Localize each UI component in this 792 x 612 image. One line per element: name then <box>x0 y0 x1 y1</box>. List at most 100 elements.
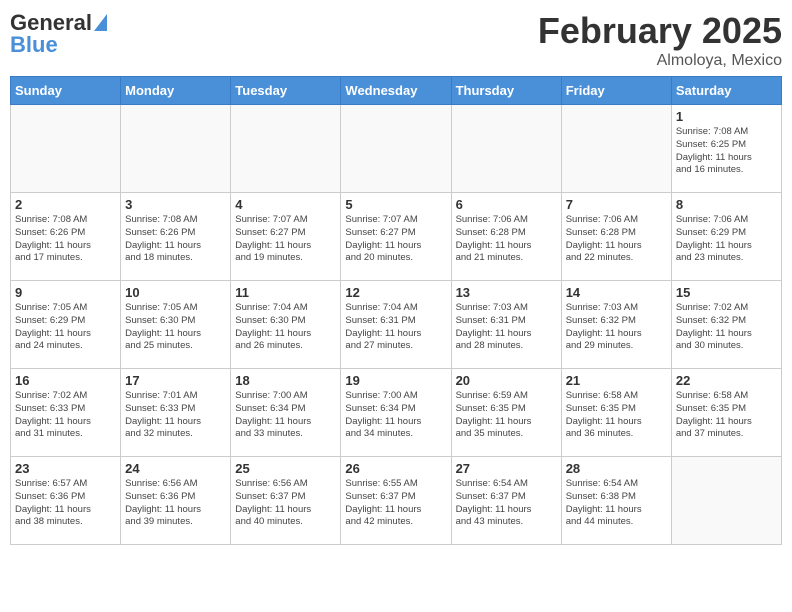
calendar-day-cell: 3Sunrise: 7:08 AM Sunset: 6:26 PM Daylig… <box>121 193 231 281</box>
day-info: Sunrise: 6:59 AM Sunset: 6:35 PM Dayligh… <box>456 390 557 441</box>
calendar-day-cell: 21 Sunrise: 6:58 AM Sunset: 6:35 PM Dayli… <box>561 369 671 457</box>
day-info: Sunrise: 7:02 AM Sunset: 6:33 PM Dayligh… <box>15 390 116 441</box>
calendar-day-cell: 13Sunrise: 7:03 AM Sunset: 6:31 PM Dayli… <box>451 281 561 369</box>
day-number: 28 <box>566 461 667 476</box>
day-number: 7 <box>566 197 667 212</box>
day-of-week-header: Thursday <box>451 77 561 105</box>
calendar-week-row: 23 Sunrise: 6:57 AM Sunset: 6:36 PM Dayli… <box>11 457 782 545</box>
calendar-day-cell: 20 Sunrise: 6:59 AM Sunset: 6:35 PM Dayli… <box>451 369 561 457</box>
location: Almoloya, Mexico <box>538 52 782 70</box>
day-info: Sunrise: 6:54 AM Sunset: 6:37 PM Dayligh… <box>456 478 557 529</box>
day-number: 14 <box>566 285 667 300</box>
day-info: Sunrise: 7:05 AM Sunset: 6:30 PM Dayligh… <box>125 302 226 353</box>
day-number: 20 <box>456 373 557 388</box>
day-of-week-header: Saturday <box>671 77 781 105</box>
calendar-day-cell: 25 Sunrise: 6:56 AM Sunset: 6:37 PM Dayli… <box>231 457 341 545</box>
day-info: Sunrise: 6:58 AM Sunset: 6:35 PM Dayligh… <box>566 390 667 441</box>
calendar-day-cell <box>451 105 561 193</box>
calendar-day-cell: 26 Sunrise: 6:55 AM Sunset: 6:37 PM Dayli… <box>341 457 451 545</box>
day-number: 10 <box>125 285 226 300</box>
day-info: Sunrise: 7:05 AM Sunset: 6:29 PM Dayligh… <box>15 302 116 353</box>
calendar-header-row: SundayMondayTuesdayWednesdayThursdayFrid… <box>11 77 782 105</box>
day-info: Sunrise: 7:03 AM Sunset: 6:31 PM Dayligh… <box>456 302 557 353</box>
calendar-day-cell: 2 Sunrise: 7:08 AM Sunset: 6:26 PM Daylig… <box>11 193 121 281</box>
day-of-week-header: Tuesday <box>231 77 341 105</box>
day-info: Sunrise: 7:04 AM Sunset: 6:31 PM Dayligh… <box>345 302 446 353</box>
calendar-week-row: 9 Sunrise: 7:05 AM Sunset: 6:29 PM Daylig… <box>11 281 782 369</box>
day-info: Sunrise: 7:03 AM Sunset: 6:32 PM Dayligh… <box>566 302 667 353</box>
day-info: Sunrise: 7:08 AM Sunset: 6:26 PM Dayligh… <box>125 214 226 265</box>
day-info: Sunrise: 7:00 AM Sunset: 6:34 PM Dayligh… <box>345 390 446 441</box>
day-info: Sunrise: 7:06 AM Sunset: 6:28 PM Dayligh… <box>566 214 667 265</box>
day-number: 9 <box>15 285 116 300</box>
day-info: Sunrise: 6:54 AM Sunset: 6:38 PM Dayligh… <box>566 478 667 529</box>
day-number: 18 <box>235 373 336 388</box>
calendar-day-cell: 16 Sunrise: 7:02 AM Sunset: 6:33 PM Dayli… <box>11 369 121 457</box>
day-number: 2 <box>15 197 116 212</box>
day-number: 5 <box>345 197 446 212</box>
calendar-table: SundayMondayTuesdayWednesdayThursdayFrid… <box>10 76 782 545</box>
day-number: 12 <box>345 285 446 300</box>
day-number: 16 <box>15 373 116 388</box>
day-number: 26 <box>345 461 446 476</box>
day-info: Sunrise: 6:56 AM Sunset: 6:36 PM Dayligh… <box>125 478 226 529</box>
calendar-day-cell: 24 Sunrise: 6:56 AM Sunset: 6:36 PM Dayli… <box>121 457 231 545</box>
day-of-week-header: Wednesday <box>341 77 451 105</box>
calendar-day-cell <box>341 105 451 193</box>
day-info: Sunrise: 6:55 AM Sunset: 6:37 PM Dayligh… <box>345 478 446 529</box>
calendar-day-cell: 12 Sunrise: 7:04 AM Sunset: 6:31 PM Dayli… <box>341 281 451 369</box>
day-info: Sunrise: 7:00 AM Sunset: 6:34 PM Dayligh… <box>235 390 336 441</box>
calendar-day-cell: 6Sunrise: 7:06 AM Sunset: 6:28 PM Daylig… <box>451 193 561 281</box>
day-of-week-header: Friday <box>561 77 671 105</box>
calendar-day-cell: 22 Sunrise: 6:58 AM Sunset: 6:35 PM Dayli… <box>671 369 781 457</box>
day-number: 25 <box>235 461 336 476</box>
day-info: Sunrise: 7:07 AM Sunset: 6:27 PM Dayligh… <box>345 214 446 265</box>
day-of-week-header: Monday <box>121 77 231 105</box>
calendar-day-cell: 1 Sunrise: 7:08 AM Sunset: 6:25 PM Daylig… <box>671 105 781 193</box>
calendar-day-cell <box>121 105 231 193</box>
day-number: 4 <box>235 197 336 212</box>
day-info: Sunrise: 7:08 AM Sunset: 6:26 PM Dayligh… <box>15 214 116 265</box>
day-info: Sunrise: 6:56 AM Sunset: 6:37 PM Dayligh… <box>235 478 336 529</box>
day-number: 1 <box>676 109 777 124</box>
day-number: 17 <box>125 373 226 388</box>
day-number: 24 <box>125 461 226 476</box>
calendar-day-cell <box>671 457 781 545</box>
day-number: 23 <box>15 461 116 476</box>
calendar-day-cell: 9 Sunrise: 7:05 AM Sunset: 6:29 PM Daylig… <box>11 281 121 369</box>
calendar-day-cell: 11Sunrise: 7:04 AM Sunset: 6:30 PM Dayli… <box>231 281 341 369</box>
title-block: February 2025 Almoloya, Mexico <box>538 10 782 70</box>
logo-blue-text: Blue <box>10 32 58 58</box>
day-info: Sunrise: 7:06 AM Sunset: 6:29 PM Dayligh… <box>676 214 777 265</box>
calendar-week-row: 16 Sunrise: 7:02 AM Sunset: 6:33 PM Dayli… <box>11 369 782 457</box>
day-number: 21 <box>566 373 667 388</box>
calendar-day-cell: 17Sunrise: 7:01 AM Sunset: 6:33 PM Dayli… <box>121 369 231 457</box>
logo-triangle-icon <box>94 14 107 31</box>
logo: General Blue <box>10 10 107 58</box>
day-number: 6 <box>456 197 557 212</box>
day-number: 22 <box>676 373 777 388</box>
day-info: Sunrise: 7:02 AM Sunset: 6:32 PM Dayligh… <box>676 302 777 353</box>
day-info: Sunrise: 6:57 AM Sunset: 6:36 PM Dayligh… <box>15 478 116 529</box>
calendar-day-cell: 23 Sunrise: 6:57 AM Sunset: 6:36 PM Dayli… <box>11 457 121 545</box>
day-number: 27 <box>456 461 557 476</box>
calendar-day-cell: 14 Sunrise: 7:03 AM Sunset: 6:32 PM Dayli… <box>561 281 671 369</box>
day-number: 19 <box>345 373 446 388</box>
page-header: General Blue February 2025 Almoloya, Mex… <box>10 10 782 70</box>
day-number: 15 <box>676 285 777 300</box>
day-info: Sunrise: 7:07 AM Sunset: 6:27 PM Dayligh… <box>235 214 336 265</box>
calendar-day-cell: 28 Sunrise: 6:54 AM Sunset: 6:38 PM Dayli… <box>561 457 671 545</box>
calendar-day-cell <box>11 105 121 193</box>
day-number: 11 <box>235 285 336 300</box>
calendar-day-cell: 18 Sunrise: 7:00 AM Sunset: 6:34 PM Dayli… <box>231 369 341 457</box>
calendar-day-cell: 10 Sunrise: 7:05 AM Sunset: 6:30 PM Dayli… <box>121 281 231 369</box>
calendar-day-cell: 15 Sunrise: 7:02 AM Sunset: 6:32 PM Dayli… <box>671 281 781 369</box>
calendar-day-cell: 7 Sunrise: 7:06 AM Sunset: 6:28 PM Daylig… <box>561 193 671 281</box>
calendar-day-cell: 8Sunrise: 7:06 AM Sunset: 6:29 PM Daylig… <box>671 193 781 281</box>
calendar-week-row: 1 Sunrise: 7:08 AM Sunset: 6:25 PM Daylig… <box>11 105 782 193</box>
calendar-day-cell <box>231 105 341 193</box>
day-info: Sunrise: 7:08 AM Sunset: 6:25 PM Dayligh… <box>676 126 777 177</box>
day-info: Sunrise: 6:58 AM Sunset: 6:35 PM Dayligh… <box>676 390 777 441</box>
calendar-day-cell: 27 Sunrise: 6:54 AM Sunset: 6:37 PM Dayli… <box>451 457 561 545</box>
calendar-day-cell: 4 Sunrise: 7:07 AM Sunset: 6:27 PM Daylig… <box>231 193 341 281</box>
